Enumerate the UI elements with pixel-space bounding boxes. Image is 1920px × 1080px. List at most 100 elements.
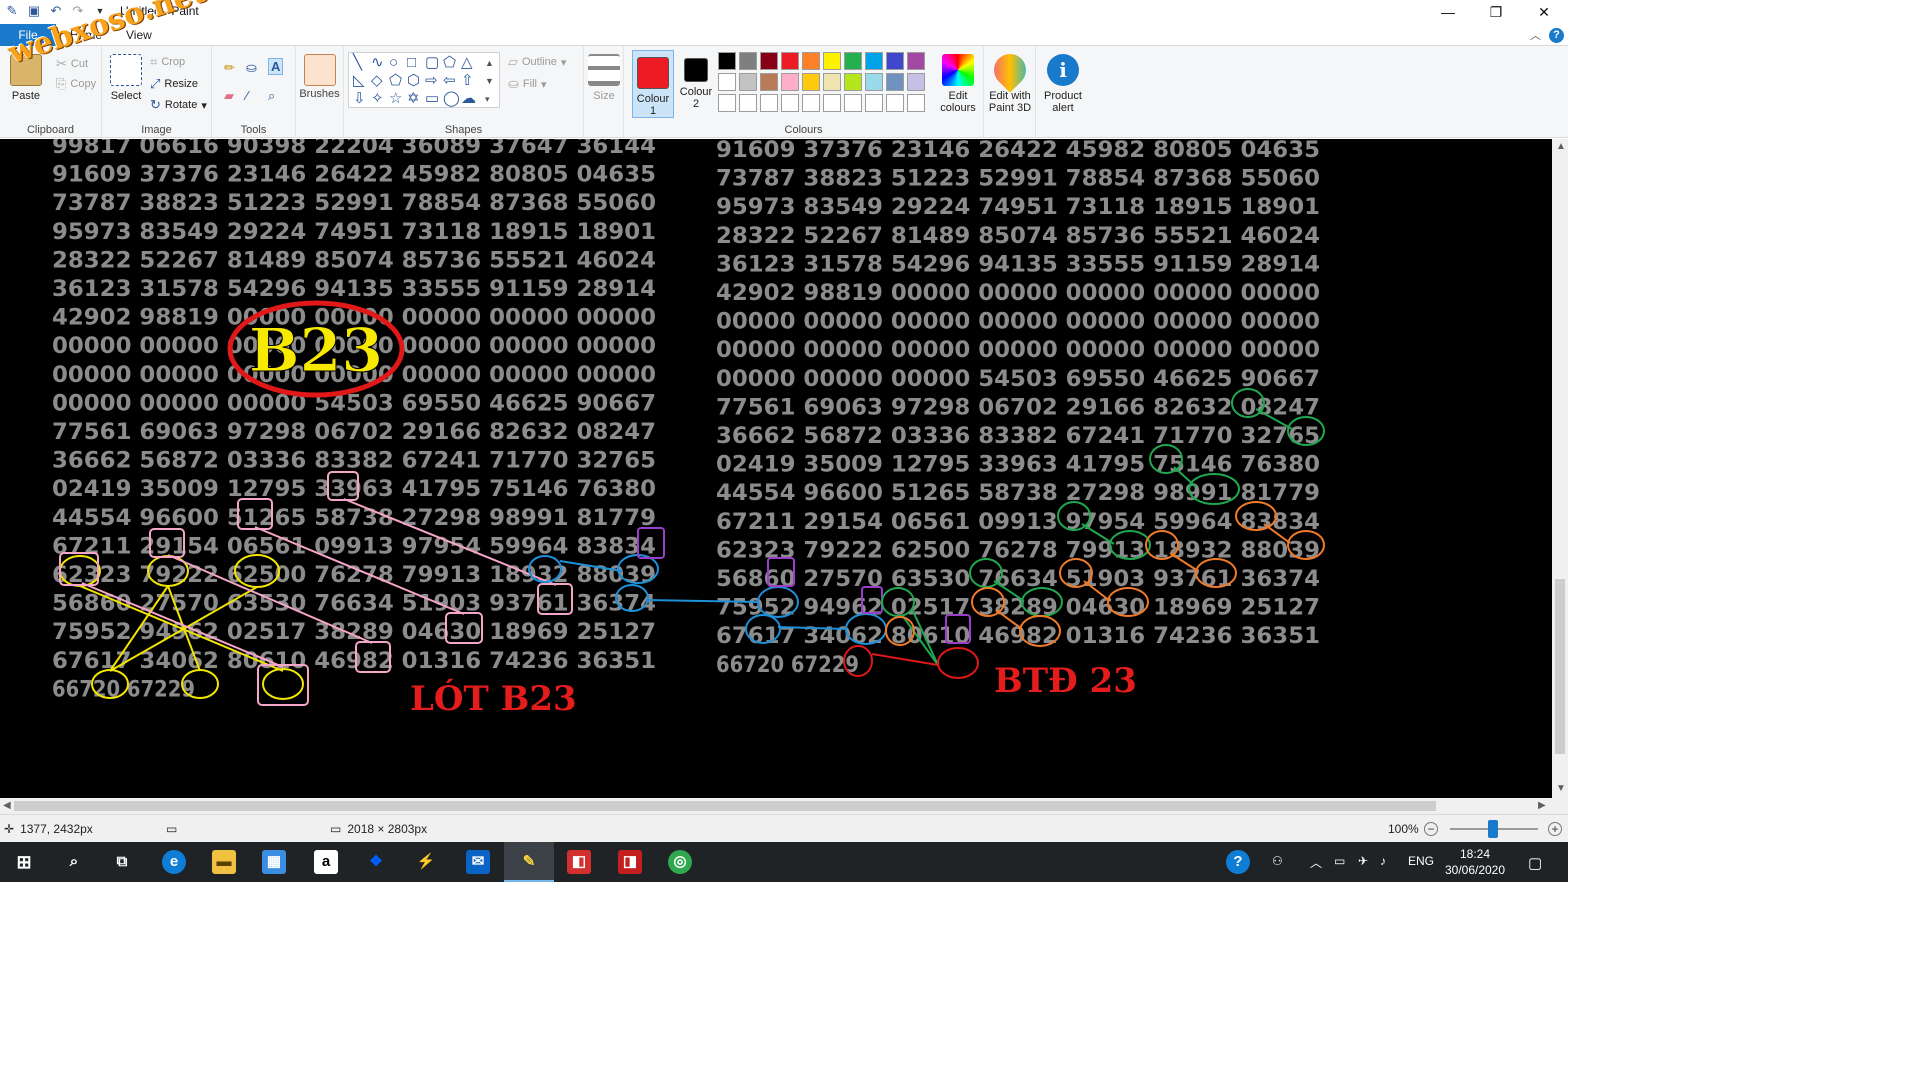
hexagon-shape-icon[interactable]: ⬡ xyxy=(407,73,420,89)
pentagon-shape-icon[interactable]: ⬠ xyxy=(389,73,402,89)
callout-oval-shape-icon[interactable]: ◯ xyxy=(443,91,460,107)
palette-swatch[interactable] xyxy=(718,94,736,112)
app2-taskbar-icon[interactable]: ◨ xyxy=(618,850,642,874)
arrow-down-shape-icon[interactable]: ⇩ xyxy=(353,91,366,107)
save-icon[interactable]: ▣ xyxy=(26,3,42,19)
palette-swatch[interactable] xyxy=(823,52,841,70)
app-taskbar-icon[interactable]: ◧ xyxy=(567,850,591,874)
colour2-button[interactable]: Colour 2 xyxy=(676,50,716,118)
arrow-left-shape-icon[interactable]: ⇦ xyxy=(443,73,456,89)
clock[interactable]: 18:24 30/06/2020 xyxy=(1440,846,1510,878)
scroll-down-arrow-icon[interactable]: ▼ xyxy=(1556,783,1566,794)
palette-swatch[interactable] xyxy=(844,94,862,112)
palette-swatch[interactable] xyxy=(907,73,925,91)
horizontal-scrollbar[interactable]: ◀ ▶ xyxy=(0,798,1568,814)
scroll-down-icon[interactable]: ▼ xyxy=(485,73,494,89)
zoom-slider-thumb[interactable] xyxy=(1488,820,1498,838)
magnifier-tool[interactable]: ⌕ xyxy=(268,88,275,104)
search-icon[interactable]: ⌕ xyxy=(62,850,86,874)
palette-swatch[interactable] xyxy=(760,52,778,70)
mail-icon[interactable]: ✉ xyxy=(466,850,490,874)
scroll-left-arrow-icon[interactable]: ◀ xyxy=(3,800,11,811)
dropbox-icon[interactable]: ❖ xyxy=(364,850,388,874)
edit-colours-button[interactable]: Edit colours xyxy=(936,54,980,114)
palette-swatch[interactable] xyxy=(802,94,820,112)
palette-swatch[interactable] xyxy=(760,94,778,112)
triangle-shape-icon[interactable]: △ xyxy=(461,55,473,71)
palette-swatch[interactable] xyxy=(823,94,841,112)
palette-swatch[interactable] xyxy=(865,73,883,91)
product-alert-button[interactable]: i Product alert xyxy=(1038,54,1088,114)
text-tool[interactable]: A xyxy=(268,58,284,75)
scroll-up-icon[interactable]: ▲ xyxy=(485,55,494,71)
fill-tool[interactable]: ⛀ xyxy=(246,60,257,76)
palette-swatch[interactable] xyxy=(865,52,883,70)
palette-swatch[interactable] xyxy=(886,52,904,70)
expand-gallery-icon[interactable]: ▾ xyxy=(485,91,490,107)
diamond-shape-icon[interactable]: ◇ xyxy=(371,73,383,89)
palette-swatch[interactable] xyxy=(802,73,820,91)
rotate-button[interactable]: ↻ Rotate ▾ xyxy=(150,97,207,113)
palette-swatch[interactable] xyxy=(760,73,778,91)
app3-taskbar-icon[interactable]: ◎ xyxy=(668,850,692,874)
four-point-star-shape-icon[interactable]: ✧ xyxy=(371,91,384,107)
polygon-shape-icon[interactable]: ⬠ xyxy=(443,55,456,71)
callout-rect-shape-icon[interactable]: ▭ xyxy=(425,91,439,107)
palette-swatch[interactable] xyxy=(739,94,757,112)
palette-swatch[interactable] xyxy=(781,73,799,91)
oval-shape-icon[interactable]: ○ xyxy=(389,55,398,71)
palette-swatch[interactable] xyxy=(907,94,925,112)
scroll-up-arrow-icon[interactable]: ▲ xyxy=(1556,141,1566,152)
minimize-button[interactable]: — xyxy=(1424,0,1472,24)
five-point-star-shape-icon[interactable]: ☆ xyxy=(389,91,402,107)
restore-button[interactable]: ❐ xyxy=(1472,0,1520,24)
amazon-icon[interactable]: a xyxy=(314,850,338,874)
palette-swatch[interactable] xyxy=(718,73,736,91)
palette-swatch[interactable] xyxy=(886,73,904,91)
colour1-button[interactable]: Colour 1 xyxy=(632,50,674,118)
paint-app-icon[interactable]: ✎ xyxy=(4,3,20,19)
rectangle-shape-icon[interactable]: □ xyxy=(407,55,416,71)
palette-swatch[interactable] xyxy=(718,52,736,70)
copy-button[interactable]: ⎘ Copy xyxy=(56,76,96,92)
crop-button[interactable]: ⌗ Crop xyxy=(150,54,185,70)
undo-icon[interactable]: ↶ xyxy=(48,3,64,19)
eraser-tool[interactable]: ▰ xyxy=(224,88,234,104)
scroll-right-arrow-icon[interactable]: ▶ xyxy=(1538,800,1546,811)
zoom-out-icon[interactable]: − xyxy=(1424,822,1438,836)
windows-start-icon[interactable]: ⊞ xyxy=(12,850,36,874)
vertical-scroll-thumb[interactable] xyxy=(1555,579,1565,754)
palette-swatch[interactable] xyxy=(802,52,820,70)
rounded-rectangle-shape-icon[interactable]: ▢ xyxy=(425,55,439,71)
power-automate-icon[interactable]: ⚡ xyxy=(414,850,438,874)
palette-swatch[interactable] xyxy=(781,94,799,112)
six-point-star-shape-icon[interactable]: ✡ xyxy=(407,91,420,107)
help-icon[interactable]: ? xyxy=(1549,27,1564,43)
palette-swatch[interactable] xyxy=(865,94,883,112)
colour-picker-tool[interactable]: ⁄ xyxy=(246,88,248,103)
select-button[interactable]: Select xyxy=(108,54,144,102)
palette-swatch[interactable] xyxy=(907,52,925,70)
zoom-in-icon[interactable]: + xyxy=(1548,822,1562,836)
vertical-scrollbar[interactable]: ▲ ▼ xyxy=(1552,139,1568,798)
file-explorer-icon[interactable]: ▬ xyxy=(212,850,236,874)
horizontal-scroll-thumb[interactable] xyxy=(14,801,1436,811)
airplane-mode-icon[interactable]: ✈ xyxy=(1358,854,1368,868)
people-icon[interactable]: ⚇ xyxy=(1272,854,1283,868)
cloud-callout-shape-icon[interactable]: ☁ xyxy=(461,91,476,107)
palette-swatch[interactable] xyxy=(844,73,862,91)
drawing-canvas[interactable]: 99817 06616 90398 22204 36089 37647 3614… xyxy=(0,139,1552,798)
arrow-right-shape-icon[interactable]: ⇨ xyxy=(425,73,438,89)
paint-app-taskbar-icon[interactable]: ✎ xyxy=(517,850,541,874)
line-shape-icon[interactable]: ╲ xyxy=(353,55,362,71)
close-button[interactable]: ✕ xyxy=(1520,0,1568,24)
palette-swatch[interactable] xyxy=(739,73,757,91)
volume-icon[interactable]: ♪ xyxy=(1380,854,1386,868)
store-icon[interactable]: ▦ xyxy=(262,850,286,874)
fill-button[interactable]: ⛀ Fill ▾ xyxy=(508,76,547,92)
outline-button[interactable]: ▱ Outline ▾ xyxy=(508,54,566,70)
collapse-ribbon-icon[interactable]: ︿ xyxy=(1530,27,1541,43)
resize-button[interactable]: ⤢ Resize xyxy=(150,76,198,92)
palette-swatch[interactable] xyxy=(781,52,799,70)
curve-shape-icon[interactable]: ∿ xyxy=(371,55,384,71)
